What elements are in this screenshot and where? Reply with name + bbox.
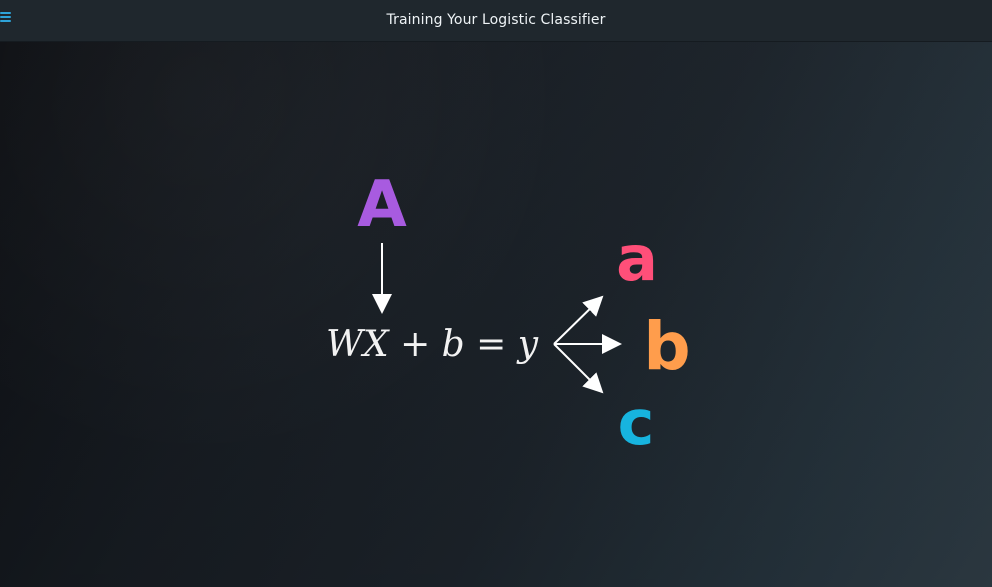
menu-line [0, 20, 11, 22]
menu-line [0, 16, 11, 18]
page-title: Training Your Logistic Classifier [386, 11, 606, 28]
output-label-b: b [643, 308, 690, 385]
classifier-diagram: A WX + b = y a b c [326, 168, 691, 459]
video-area[interactable]: A WX + b = y a b c [0, 42, 992, 587]
menu-line [0, 12, 11, 14]
menu-button[interactable] [0, 9, 16, 25]
output-label-a: a [616, 222, 658, 295]
output-arrow-c [553, 343, 604, 394]
header-bar: Training Your Logistic Classifier [0, 0, 992, 42]
lesson-video-page: Training Your Logistic Classifier A WX +… [0, 0, 992, 587]
input-label-a: A [357, 168, 407, 242]
menu-icon [0, 12, 11, 22]
output-arrow-a [553, 295, 604, 345]
equation-text: WX + b = y [326, 324, 539, 365]
output-label-c: c [618, 386, 655, 459]
